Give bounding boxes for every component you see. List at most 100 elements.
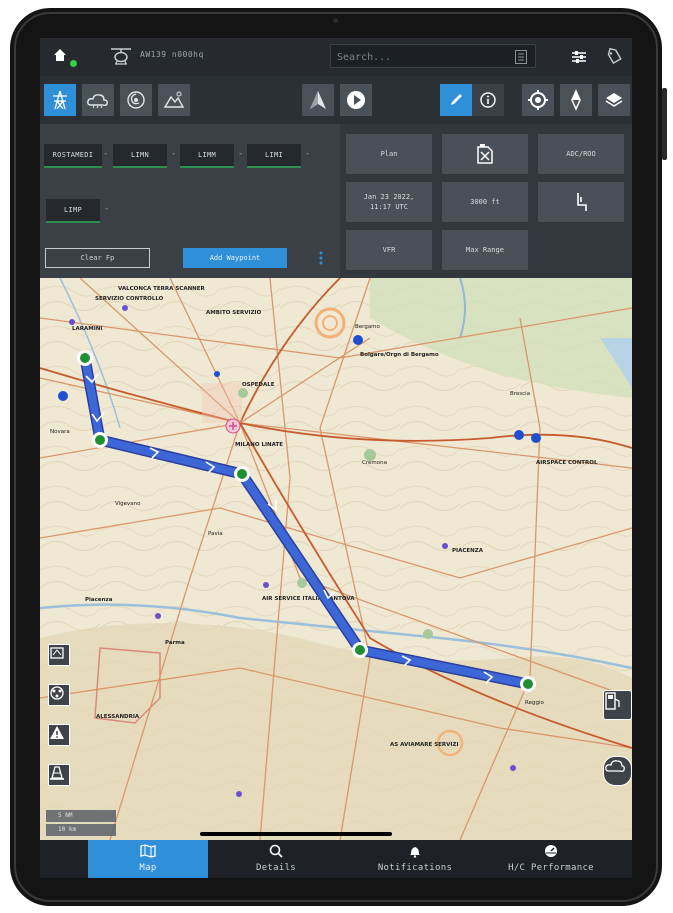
waypoint-dot xyxy=(95,435,105,445)
route-editor: ROSTAMEDI - LIMN - LIMM - LIMI - LIMP - … xyxy=(40,124,340,278)
map-label: Pavia xyxy=(208,531,223,537)
map-tool-button[interactable] xyxy=(48,644,70,666)
waypoint-field[interactable]: LIMI xyxy=(247,144,301,168)
clear-flight-plan-button[interactable]: Clear Fp xyxy=(45,248,150,268)
map-label: PIACENZA xyxy=(452,548,484,554)
play-icon xyxy=(347,91,365,109)
front-camera xyxy=(333,18,338,23)
helicopter-icon[interactable] xyxy=(108,43,134,69)
map-label: VALCONCA TERRA SCANNER xyxy=(118,286,206,292)
map-label: AIR SERVICE ITALIA MANTOVA xyxy=(262,596,355,602)
map-label: Parma xyxy=(165,640,185,646)
locate-button[interactable] xyxy=(522,84,554,116)
gauge-icon xyxy=(545,845,557,857)
waypoint-field[interactable]: LIMP xyxy=(46,199,100,223)
compass-icon xyxy=(571,89,581,111)
storm-layer-button[interactable] xyxy=(120,84,152,116)
map-canvas[interactable]: VALCONCA TERRA SCANNER SERVIZIO CONTROLL… xyxy=(40,278,632,840)
more-options-icon[interactable] xyxy=(318,250,324,266)
map-label: AS AVIAMARE SERVIZI xyxy=(390,742,459,748)
keypad-icon[interactable] xyxy=(515,49,527,64)
departure-date: Jan 23 2022, xyxy=(363,193,415,201)
waypoint-separator: - xyxy=(171,149,177,159)
waypoint-dot xyxy=(523,679,533,689)
filter-sliders-icon[interactable] xyxy=(570,48,588,66)
layers-button[interactable] xyxy=(598,84,630,116)
search-box[interactable] xyxy=(330,44,536,68)
altitude-cell[interactable]: 3000 ft xyxy=(442,182,528,222)
map-toolbar xyxy=(40,76,632,124)
weather-station-button[interactable] xyxy=(603,756,632,786)
nav-tab-performance-label: H/C Performance xyxy=(508,863,594,873)
draw-button[interactable] xyxy=(440,84,472,116)
side-button xyxy=(662,88,667,160)
fuel-can-icon xyxy=(477,144,493,164)
range-cell[interactable]: Max Range xyxy=(442,230,528,270)
waypoint-field[interactable]: ROSTAMEDI xyxy=(44,144,102,168)
map-tool-button[interactable] xyxy=(48,684,70,706)
map-label: Bergamo xyxy=(355,324,381,330)
play-button[interactable] xyxy=(340,84,372,116)
terrain-layer-button[interactable] xyxy=(158,84,190,116)
seat-icon xyxy=(577,193,587,211)
departure-time-cell[interactable]: Jan 23 2022, 11:17 UTC xyxy=(346,182,432,222)
airport-codes-cell[interactable]: ADC/ROO xyxy=(538,134,624,174)
city-area xyxy=(202,383,242,423)
map-label: AIRSPACE CONTROL xyxy=(536,460,598,466)
info-button[interactable] xyxy=(472,84,504,116)
bell-icon xyxy=(410,847,420,858)
traffic-cone-icon xyxy=(50,766,64,780)
app-screen: AW139 n000hq Search... ROSTAMEDI - LIMN … xyxy=(40,38,632,878)
nav-tab-notifications-label: Notifications xyxy=(377,863,453,873)
map-icon xyxy=(140,844,156,858)
waypoint-field[interactable]: LIMN xyxy=(113,144,167,168)
weather-layer-button[interactable] xyxy=(82,84,114,116)
departure-time: 11:17 UTC xyxy=(370,203,408,211)
nav-tab-details[interactable]: Details xyxy=(216,840,336,878)
top-bar: AW139 n000hq xyxy=(40,38,632,76)
tag-icon[interactable] xyxy=(605,47,623,66)
map-scale: 5 NM 10 km xyxy=(46,810,116,836)
flight-rules-label: VFR xyxy=(382,246,396,254)
fuel-cell[interactable] xyxy=(442,134,528,174)
terrain-icon xyxy=(163,91,185,108)
fuel-pump-icon xyxy=(605,692,620,710)
obstacles-icon xyxy=(50,686,64,700)
layers-icon xyxy=(605,93,623,107)
flight-rules-cell[interactable]: VFR xyxy=(346,230,432,270)
flight-plan-label: Plan xyxy=(380,150,398,158)
nav-tab-map[interactable]: Map xyxy=(88,840,208,878)
power-lines-icon xyxy=(53,90,67,110)
waypoint-separator: - xyxy=(103,149,109,159)
map-view[interactable]: VALCONCA TERRA SCANNER SERVIZIO CONTROLL… xyxy=(40,278,632,840)
map-label: Brescia xyxy=(510,391,530,397)
hurricane-icon xyxy=(127,91,145,109)
flight-plan-panel: ROSTAMEDI - LIMN - LIMM - LIMI - LIMP - … xyxy=(40,124,632,278)
map-label: LARAMINI xyxy=(72,326,102,332)
power-lines-layer-button[interactable] xyxy=(44,84,76,116)
waypoint-dot xyxy=(237,469,247,479)
waypoint-field[interactable]: LIMM xyxy=(180,144,234,168)
target-icon xyxy=(528,90,548,110)
map-tool-button[interactable] xyxy=(48,764,70,786)
add-waypoint-button[interactable]: Add Waypoint xyxy=(183,248,287,268)
range-label: Max Range xyxy=(466,246,504,254)
passenger-seat-cell[interactable] xyxy=(538,182,624,222)
map-label: OSPEDALE xyxy=(242,382,275,388)
bottom-navigation: Map Details Notifications H/C Performanc… xyxy=(40,840,632,878)
scale-bottom: 10 km xyxy=(46,824,116,836)
flight-plan-cell[interactable]: Plan xyxy=(346,134,432,174)
waypoint-separator: - xyxy=(305,149,311,159)
magnifier-icon xyxy=(269,844,283,858)
map-tool-button[interactable] xyxy=(48,724,70,746)
search-input[interactable] xyxy=(337,49,497,65)
waypoint-separator: - xyxy=(104,204,110,214)
nav-tab-notifications[interactable]: Notifications xyxy=(350,840,480,878)
north-up-button[interactable] xyxy=(302,84,334,116)
map-label: ALESSANDRIA xyxy=(96,714,140,720)
nav-tab-details-label: Details xyxy=(255,863,297,873)
map-label: Cremona xyxy=(362,460,387,466)
fuel-station-button[interactable] xyxy=(603,690,632,720)
compass-button[interactable] xyxy=(560,84,592,116)
nav-tab-performance[interactable]: H/C Performance xyxy=(486,840,616,878)
